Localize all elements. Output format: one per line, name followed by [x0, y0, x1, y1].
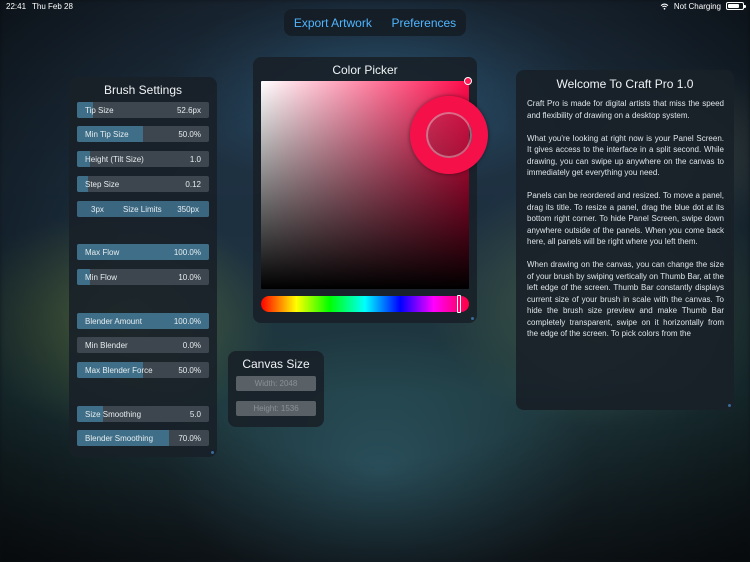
slider-value: 0.12 [185, 180, 201, 189]
slider-value: 50.0% [178, 366, 201, 375]
panel-resize-handle[interactable] [728, 404, 731, 407]
hue-slider-handle[interactable] [457, 295, 461, 313]
size-limit-min: 3px [91, 205, 104, 214]
hue-slider[interactable] [261, 295, 469, 313]
slider-label: Max Blender Force [85, 366, 153, 375]
canvas-width-field[interactable]: Width: 2048 [236, 376, 316, 391]
welcome-title[interactable]: Welcome To Craft Pro 1.0 [516, 70, 734, 91]
slider-value: 5.0 [189, 410, 201, 419]
panel-resize-handle[interactable] [471, 317, 474, 320]
slider-label: Max Flow [85, 248, 120, 257]
status-time: 22:41 [6, 1, 27, 11]
size-limit-max: 350px [177, 205, 199, 214]
min-flow-slider[interactable]: Min Flow 10.0% [77, 269, 209, 285]
slider-value: 50.0% [178, 130, 201, 139]
panel-resize-handle[interactable] [211, 451, 214, 454]
slider-value: 0.0% [182, 341, 201, 350]
height-tilt-size-slider[interactable]: Height (Tilt Size) 1.0 [77, 151, 209, 167]
slider-value: 70.0% [178, 434, 201, 443]
size-smoothing-slider[interactable]: Size Smoothing 5.0 [77, 406, 209, 422]
slider-value: 100.0% [173, 317, 201, 326]
slider-value: 52.6px [176, 106, 201, 115]
blender-amount-slider[interactable]: Blender Amount 100.0% [77, 313, 209, 329]
slider-label: Blender Amount [85, 317, 142, 326]
blender-smoothing-slider[interactable]: Blender Smoothing 70.0% [77, 430, 209, 446]
slider-value: 10.0% [178, 273, 201, 282]
max-flow-slider[interactable]: Max Flow 100.0% [77, 244, 209, 260]
tip-size-slider[interactable]: Tip Size 52.6px [77, 102, 209, 118]
min-blender-slider[interactable]: Min Blender 0.0% [77, 337, 209, 353]
max-blender-force-slider[interactable]: Max Blender Force 50.0% [77, 362, 209, 378]
slider-label: Min Blender [85, 341, 128, 350]
color-selection-handle[interactable] [464, 77, 472, 85]
preferences-button[interactable]: Preferences [391, 16, 456, 30]
welcome-body: Craft Pro is made for digital artists th… [527, 98, 724, 351]
top-menu: Export Artwork Preferences [284, 9, 466, 36]
welcome-paragraph: Craft Pro is made for digital artists th… [527, 99, 724, 120]
slider-label: Blender Smoothing [85, 434, 154, 443]
welcome-paragraph: What you're looking at right now is your… [527, 133, 724, 178]
canvas-size-panel: Canvas Size Width: 2048 Height: 1536 [228, 351, 324, 427]
welcome-paragraph: Panels can be reordered and resized. To … [527, 191, 724, 246]
status-date: Thu Feb 28 [32, 1, 73, 11]
canvas-size-title[interactable]: Canvas Size [228, 351, 324, 371]
slider-label: Step Size [85, 180, 120, 189]
size-limits-label: Size Limits [123, 205, 162, 214]
export-artwork-button[interactable]: Export Artwork [294, 16, 372, 30]
battery-status: Not Charging [673, 1, 721, 11]
slider-value: 100.0% [173, 248, 201, 257]
slider-label: Min Tip Size [85, 130, 129, 139]
brush-settings-panel: Brush Settings Tip Size 52.6px Min Tip S… [69, 77, 217, 457]
slider-label: Tip Size [85, 106, 114, 115]
color-picker-title[interactable]: Color Picker [253, 57, 477, 77]
battery-icon [726, 2, 746, 10]
step-size-slider[interactable]: Step Size 0.12 [77, 176, 209, 192]
wifi-icon [660, 3, 669, 10]
slider-label: Min Flow [85, 273, 118, 282]
welcome-panel: Welcome To Craft Pro 1.0 Craft Pro is ma… [516, 70, 734, 410]
slider-value: 1.0 [189, 155, 201, 164]
canvas-height-field[interactable]: Height: 1536 [236, 401, 316, 416]
color-loupe-preview [410, 96, 488, 174]
text-fade-overlay [516, 380, 734, 410]
brush-settings-title[interactable]: Brush Settings [69, 77, 217, 97]
color-picker-panel: Color Picker [253, 57, 488, 323]
size-limits-range-slider[interactable]: 3px Size Limits 350px [77, 201, 209, 217]
slider-label: Size Smoothing [85, 410, 142, 419]
welcome-paragraph: When drawing on the canvas, you can chan… [527, 260, 724, 338]
slider-label: Height (Tilt Size) [85, 155, 144, 164]
min-tip-size-slider[interactable]: Min Tip Size 50.0% [77, 126, 209, 142]
